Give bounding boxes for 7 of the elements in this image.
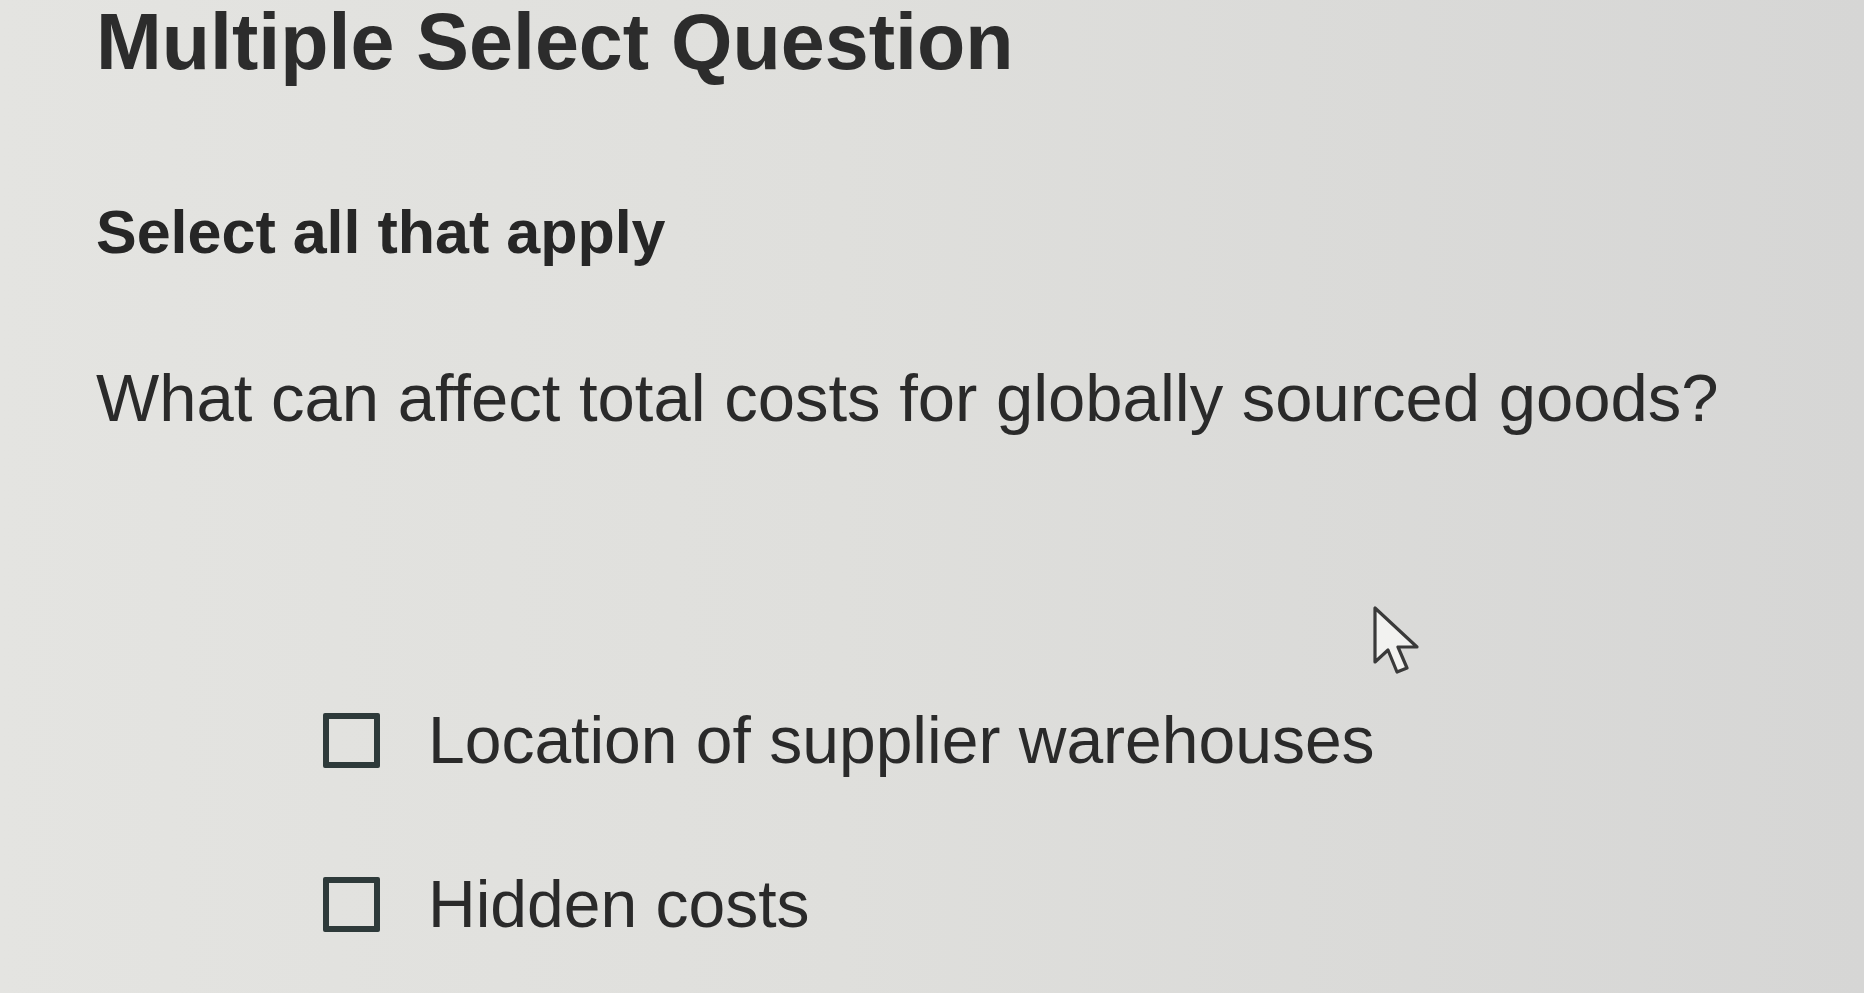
option-label[interactable]: Location of supplier warehouses [428,705,1375,775]
question-text: What can affect total costs for globally sourced goods? [96,360,1719,436]
option-label[interactable]: Hidden costs [428,869,810,939]
instruction-text: Select all that apply [96,197,666,267]
checkbox[interactable] [323,712,380,768]
checkbox[interactable] [323,876,380,932]
page-title: Multiple Select Question [96,0,1014,84]
